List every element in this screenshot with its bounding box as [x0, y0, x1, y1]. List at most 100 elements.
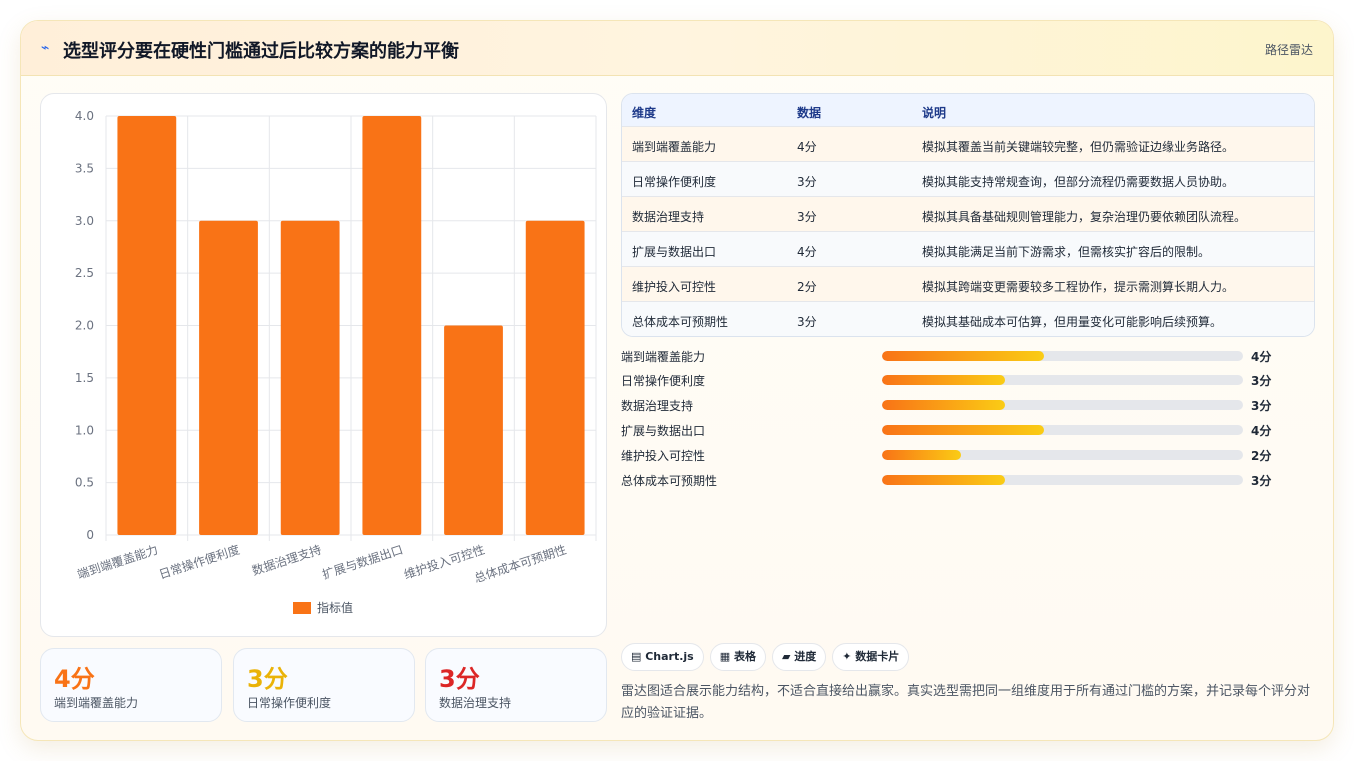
bar-chart: 0 0.5 1.0 1.5 2.0 2.5 3.0 3.5 4.0 端到端覆盖能力 日常操作便利度数…	[40, 93, 607, 637]
table-cell: 端到端覆盖能力	[632, 140, 717, 154]
progress-fill	[882, 400, 1005, 410]
bar	[362, 116, 422, 535]
table-header-row: 维度 数据 说明	[622, 94, 1314, 127]
legend-swatch	[293, 602, 311, 614]
header-tag[interactable]: 路径雷达	[1265, 41, 1313, 58]
progress-track	[882, 375, 1243, 385]
progress-row: 维护投入可控性 2分	[621, 445, 1321, 465]
progress-value: 4分	[1251, 424, 1272, 438]
progress-row: 端到端覆盖能力 4分	[621, 346, 1321, 366]
stat-label: 端到端覆盖能力	[54, 696, 139, 710]
table-cell: 维护投入可控性	[632, 280, 717, 294]
table-cell: 模拟其能支持常规查询，但部分流程仍需要数据人员协助。	[922, 175, 1235, 189]
progress-value: 3分	[1251, 399, 1272, 413]
progress-label: 日常操作便利度	[621, 374, 706, 388]
x-tick-label: 数据治理支持	[250, 542, 323, 579]
note-text: 雷达图适合展示能力结构，不适合直接给出赢家。真实选型需把同一组维度用于所有通过门…	[621, 684, 1311, 721]
progress-label: 总体成本可预期性	[621, 474, 718, 488]
data-table: 维度 数据 说明 端到端覆盖能力 4分 模拟其覆盖当前关键端较完整，但仍需验证边…	[621, 93, 1315, 337]
progress-fill	[882, 450, 962, 460]
y-tick-label: 0.5	[75, 476, 94, 490]
bar	[280, 220, 340, 535]
progress-value: 4分	[1251, 350, 1272, 364]
table-cell: 4分	[797, 245, 817, 259]
x-tick-label: 扩展与数据出口	[320, 542, 405, 582]
bar	[444, 325, 503, 535]
table-row: 日常操作便利度 3分 模拟其能支持常规查询，但部分流程仍需要数据人员协助。	[622, 162, 1314, 197]
progress-label: 维护投入可控性	[621, 449, 706, 463]
y-tick-label: 3.5	[75, 161, 94, 175]
bar	[525, 220, 585, 535]
table-row: 总体成本可预期性 3分 模拟其基础成本可估算，但用量变化可能影响后续预算。	[622, 302, 1314, 336]
table-row: 端到端覆盖能力 4分 模拟其覆盖当前关键端较完整，但仍需验证边缘业务路径。	[622, 127, 1314, 162]
stat-card-1: 4分 端到端覆盖能力	[40, 648, 222, 722]
legend-label: 指标值	[317, 600, 353, 615]
chip-chartjs[interactable]: ▤ Chart.js	[621, 643, 704, 671]
progress-track	[882, 351, 1243, 361]
stat-label: 日常操作便利度	[247, 696, 332, 710]
progress-track	[882, 475, 1243, 485]
y-tick-label: 2.0	[75, 319, 94, 333]
progress-fill	[882, 425, 1045, 435]
table-row: 扩展与数据出口 4分 模拟其能满足当前下游需求，但需核实扩容后的限制。	[622, 232, 1314, 267]
y-tick-label: 3.0	[75, 214, 94, 228]
chip-progress[interactable]: ▰ 进度	[771, 643, 827, 671]
progress-value: 3分	[1251, 374, 1272, 388]
table-cell: 模拟其覆盖当前关键端较完整，但仍需验证边缘业务路径。	[922, 140, 1235, 154]
table-cell: 4分	[797, 140, 817, 154]
table-cell: 2分	[797, 280, 817, 294]
stat-value: 3分	[439, 665, 480, 693]
table-cell: 模拟其基础成本可估算，但用量变化可能影响后续预算。	[922, 315, 1223, 329]
progress-row: 总体成本可预期性 3分	[621, 470, 1321, 490]
table-cell: 模拟其能满足当前下游需求，但需核实扩容后的限制。	[922, 245, 1211, 259]
table-cell: 模拟其具备基础规则管理能力，复杂治理仍要依赖团队流程。	[922, 210, 1247, 224]
bar	[117, 116, 177, 535]
y-tick-label: 1.0	[75, 423, 94, 437]
x-tick-label: 端到端覆盖能力	[76, 543, 160, 582]
progress-value: 2分	[1251, 449, 1272, 463]
page-title: 选型评分要在硬性门槛通过后比较方案的能力平衡	[63, 41, 459, 62]
progress-fill	[882, 375, 1005, 385]
y-tick-label: 1.5	[75, 371, 94, 385]
chip-table[interactable]: ▦ 表格	[709, 643, 766, 671]
progress-row: 日常操作便利度 3分	[621, 370, 1321, 390]
progress-label: 端到端覆盖能力	[621, 350, 706, 364]
table-header-cell: 说明	[922, 106, 947, 120]
x-tick-label: 日常操作便利度	[157, 542, 242, 582]
table-cell: 数据治理支持	[632, 210, 705, 224]
table-cell: 3分	[797, 210, 817, 224]
stat-card-2: 3分 日常操作便利度	[233, 648, 415, 722]
table-row: 维护投入可控性 2分 模拟其跨端变更需要较多工程协作，提示需测算长期人力。	[622, 267, 1314, 302]
x-tick-label: 总体成本可预期性	[472, 543, 568, 586]
header-bar: ⌁ 选型评分要在硬性门槛通过后比较方案的能力平衡 路径雷达	[21, 21, 1333, 76]
bar-chart-svg: 0 0.5 1.0 1.5 2.0 2.5 3.0 3.5 4.0 端到端覆盖能力日常操作便利度数…	[75, 109, 597, 615]
table-cell: 3分	[797, 315, 817, 329]
table-cell: 总体成本可预期性	[632, 315, 729, 329]
table-cell: 模拟其跨端变更需要较多工程协作，提示需测算长期人力。	[922, 280, 1235, 294]
y-tick-label: 4.0	[75, 109, 94, 123]
progress-value: 3分	[1251, 474, 1272, 488]
progress-label: 扩展与数据出口	[621, 424, 706, 438]
table-header-cell: 数据	[797, 106, 822, 120]
stat-value: 3分	[247, 665, 288, 693]
progress-track	[882, 400, 1243, 410]
main-card: ⌁ 选型评分要在硬性门槛通过后比较方案的能力平衡 路径雷达 0 0.5 1.0 1.5…	[20, 20, 1334, 741]
table-cell: 3分	[797, 175, 817, 189]
chip-data-cards[interactable]: ✦ 数据卡片	[832, 643, 910, 671]
chart-icon: ⌁	[41, 40, 50, 56]
progress-fill	[882, 475, 1005, 485]
table-cell: 扩展与数据出口	[632, 245, 717, 259]
progress-label: 数据治理支持	[621, 399, 694, 413]
stat-card-3: 3分 数据治理支持	[425, 648, 607, 722]
stat-value: 4分	[54, 665, 95, 693]
progress-track	[882, 425, 1243, 435]
stat-label: 数据治理支持	[439, 696, 512, 710]
chip-row: ▤ Chart.js ▦ 表格 ▰ 进度 ✦ 数据卡片	[621, 643, 915, 671]
table-cell: 日常操作便利度	[632, 175, 717, 189]
table-row: 数据治理支持 3分 模拟其具备基础规则管理能力，复杂治理仍要依赖团队流程。	[622, 197, 1314, 232]
bar	[199, 220, 258, 535]
progress-row: 扩展与数据出口 4分	[621, 420, 1321, 440]
table-header-cell: 维度	[632, 106, 657, 120]
y-tick-label: 0	[86, 528, 94, 542]
progress-row: 数据治理支持 3分	[621, 395, 1321, 415]
